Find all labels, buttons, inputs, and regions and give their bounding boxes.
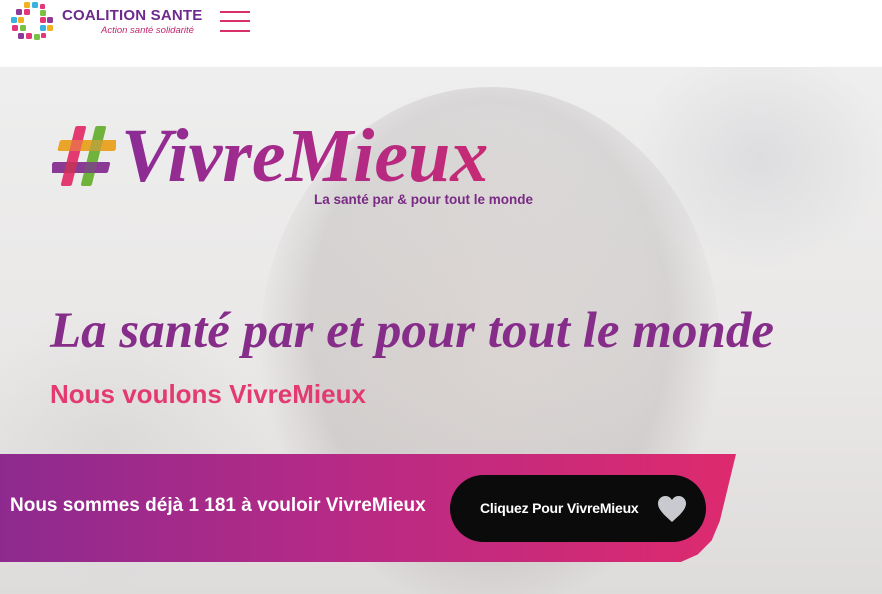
hamburger-menu-icon[interactable] bbox=[220, 10, 250, 34]
cta-button-label: Cliquez Pour VivreMieux bbox=[480, 500, 639, 516]
menu-bar bbox=[220, 20, 250, 22]
page: COALITION SANTE Action santé solidarité bbox=[0, 0, 882, 594]
brand-tagline: Action santé solidarité bbox=[101, 25, 194, 36]
supporters-count-text: Nous sommes déjà 1 181 à vouloir VivreMi… bbox=[10, 495, 426, 516]
vivremieux-logo: VivreMieux La santé par & pour tout le m… bbox=[50, 114, 570, 213]
vivremieux-wordmark: VivreMieux bbox=[121, 111, 488, 201]
menu-bar bbox=[220, 11, 250, 13]
vivremieux-logo-subtitle: La santé par & pour tout le monde bbox=[314, 192, 534, 207]
hero-title: La santé par et pour tout le monde bbox=[50, 303, 774, 359]
vivremieux-cta-button[interactable]: Cliquez Pour VivreMieux bbox=[450, 475, 706, 542]
hero-subtitle: Nous voulons VivreMieux bbox=[50, 379, 366, 409]
cross-mosaic-logo-icon[interactable] bbox=[10, 1, 54, 43]
menu-bar bbox=[220, 30, 250, 32]
hero-section: VivreMieux La santé par & pour tout le m… bbox=[0, 67, 882, 594]
brand-name[interactable]: COALITION SANTE bbox=[62, 7, 203, 24]
heart-icon bbox=[658, 496, 686, 522]
hashtag-icon bbox=[52, 126, 116, 186]
site-header: COALITION SANTE Action santé solidarité bbox=[0, 0, 882, 67]
